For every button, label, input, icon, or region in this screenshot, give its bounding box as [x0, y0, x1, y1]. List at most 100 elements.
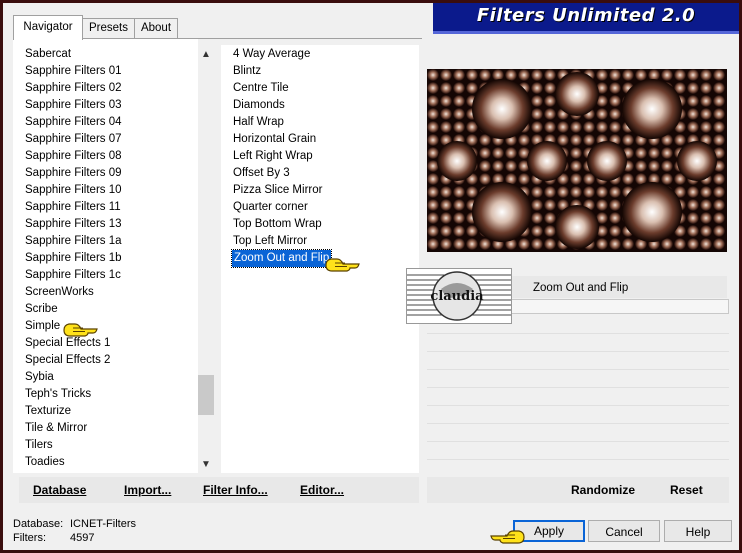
category-item[interactable]: Teph's Tricks: [25, 386, 91, 403]
preview-orb: [713, 238, 725, 250]
scrollbar-thumb[interactable]: [198, 375, 214, 415]
preview-orb: [453, 199, 465, 211]
filters-unlimited-dialog: Filters Unlimited 2.0 Navigator Presets …: [0, 0, 742, 553]
preview-orb: [492, 160, 504, 172]
preview-orb: [596, 238, 608, 250]
category-item[interactable]: Sapphire Filters 11: [25, 199, 121, 216]
filter-item[interactable]: Blintz: [233, 63, 261, 80]
category-item[interactable]: Sapphire Filters 08: [25, 148, 122, 165]
preview-orb: [505, 69, 517, 81]
scroll-up-arrow-icon[interactable]: ▲: [198, 47, 214, 63]
pointing-hand-icon: [490, 530, 525, 544]
preview-orb: [479, 238, 491, 250]
import-button[interactable]: Import...: [124, 483, 171, 497]
preview-orb: [427, 108, 439, 120]
preview-orb: [427, 186, 439, 198]
category-item[interactable]: Sapphire Filters 1a: [25, 233, 122, 250]
preview-orb: [440, 95, 452, 107]
cancel-button[interactable]: Cancel: [588, 520, 660, 542]
category-item[interactable]: Texturize: [25, 403, 71, 420]
preview-orb: [531, 186, 543, 198]
filter-item[interactable]: Top Left Mirror: [233, 233, 307, 250]
database-status-label: Database:: [13, 518, 64, 530]
category-item[interactable]: Sapphire Filters 01: [25, 63, 122, 80]
preview-orb: [544, 212, 556, 224]
preview-orb: [622, 79, 682, 139]
filter-list[interactable]: 4 Way Average Blintz Centre Tile Diamonds Ha…: [221, 45, 419, 473]
preview-orb: [570, 160, 582, 172]
category-item[interactable]: Tilers: [25, 437, 53, 454]
preview-orb: [570, 173, 582, 185]
category-list[interactable]: Sabercat Sapphire Filters 01 Sapphire Filt…: [13, 39, 198, 473]
scroll-down-arrow-icon[interactable]: ▼: [198, 457, 214, 473]
randomize-button[interactable]: Randomize: [571, 483, 635, 497]
preview-orb: [531, 121, 543, 133]
filter-item[interactable]: Quarter corner: [233, 199, 308, 216]
filter-item[interactable]: Left Right Wrap: [233, 148, 313, 165]
category-item[interactable]: Sapphire Filters 1c: [25, 267, 121, 284]
category-item[interactable]: Sapphire Filters 07: [25, 131, 122, 148]
selected-filter-name: Zoom Out and Flip: [533, 282, 629, 294]
preview-orb: [427, 212, 439, 224]
tab-navigator[interactable]: Navigator: [13, 15, 83, 40]
param-row-divider: [427, 333, 729, 334]
category-item[interactable]: Toadies: [25, 454, 65, 471]
preview-orb: [713, 225, 725, 237]
filter-item[interactable]: Offset By 3: [233, 165, 290, 182]
preview-orb: [713, 212, 725, 224]
preview-orb: [570, 134, 582, 146]
preview-orb: [609, 108, 621, 120]
help-button[interactable]: Help: [664, 520, 732, 542]
editor-button[interactable]: Editor...: [300, 483, 344, 497]
reset-button[interactable]: Reset: [670, 483, 703, 497]
preview-orb: [583, 121, 595, 133]
claudia-watermark-logo: claudia: [406, 268, 512, 324]
tab-presets[interactable]: Presets: [81, 18, 136, 38]
preview-orb: [648, 160, 660, 172]
filter-item[interactable]: Pizza Slice Mirror: [233, 182, 322, 199]
category-item[interactable]: Scribe: [25, 301, 58, 318]
preview-orb: [687, 212, 699, 224]
category-item[interactable]: Special Effects 2: [25, 352, 110, 369]
preview-orb: [687, 121, 699, 133]
filter-item[interactable]: 4 Way Average: [233, 46, 310, 63]
category-item[interactable]: Sybia: [25, 369, 54, 386]
preview-orb: [687, 238, 699, 250]
filter-item[interactable]: Half Wrap: [233, 114, 284, 131]
category-item[interactable]: Sapphire Filters 10: [25, 182, 122, 199]
filter-info-button[interactable]: Filter Info...: [203, 483, 268, 497]
filters-count-value: 4597: [70, 532, 95, 544]
preview-orb: [479, 69, 491, 81]
category-item[interactable]: Simple: [25, 318, 60, 335]
preview-image: [427, 69, 727, 252]
category-item[interactable]: Sapphire Filters 1b: [25, 250, 122, 267]
preview-orb: [453, 238, 465, 250]
category-scrollbar[interactable]: ▲ ▼: [198, 45, 214, 473]
category-item[interactable]: Tile & Mirror: [25, 420, 87, 437]
preview-orb: [622, 182, 682, 242]
pointing-hand-icon: [325, 258, 360, 272]
category-item[interactable]: Sapphire Filters 03: [25, 97, 122, 114]
filter-item[interactable]: Horizontal Grain: [233, 131, 316, 148]
preview-orb: [453, 69, 465, 81]
preview-orb: [557, 121, 569, 133]
category-item[interactable]: Sapphire Filters 13: [25, 216, 122, 233]
preview-orb: [700, 186, 712, 198]
filter-item[interactable]: Centre Tile: [233, 80, 289, 97]
filter-item[interactable]: Diamonds: [233, 97, 285, 114]
tab-about[interactable]: About: [134, 18, 178, 38]
filter-item[interactable]: Top Bottom Wrap: [233, 216, 322, 233]
param-row-divider: [427, 351, 729, 352]
filter-item[interactable]: Zoom Out and Flip: [230, 249, 333, 268]
preview-orb: [544, 199, 556, 211]
database-button[interactable]: Database: [33, 483, 86, 497]
preview-orb: [674, 238, 686, 250]
category-item[interactable]: ScreenWorks: [25, 284, 94, 301]
category-item[interactable]: Sapphire Filters 09: [25, 165, 122, 182]
preview-orb: [648, 147, 660, 159]
category-item[interactable]: Sapphire Filters 04: [25, 114, 122, 131]
category-item[interactable]: Sapphire Filters 02: [25, 80, 122, 97]
category-item[interactable]: Sabercat: [25, 46, 71, 63]
param-row-divider: [427, 459, 729, 460]
preview-orb: [700, 82, 712, 94]
